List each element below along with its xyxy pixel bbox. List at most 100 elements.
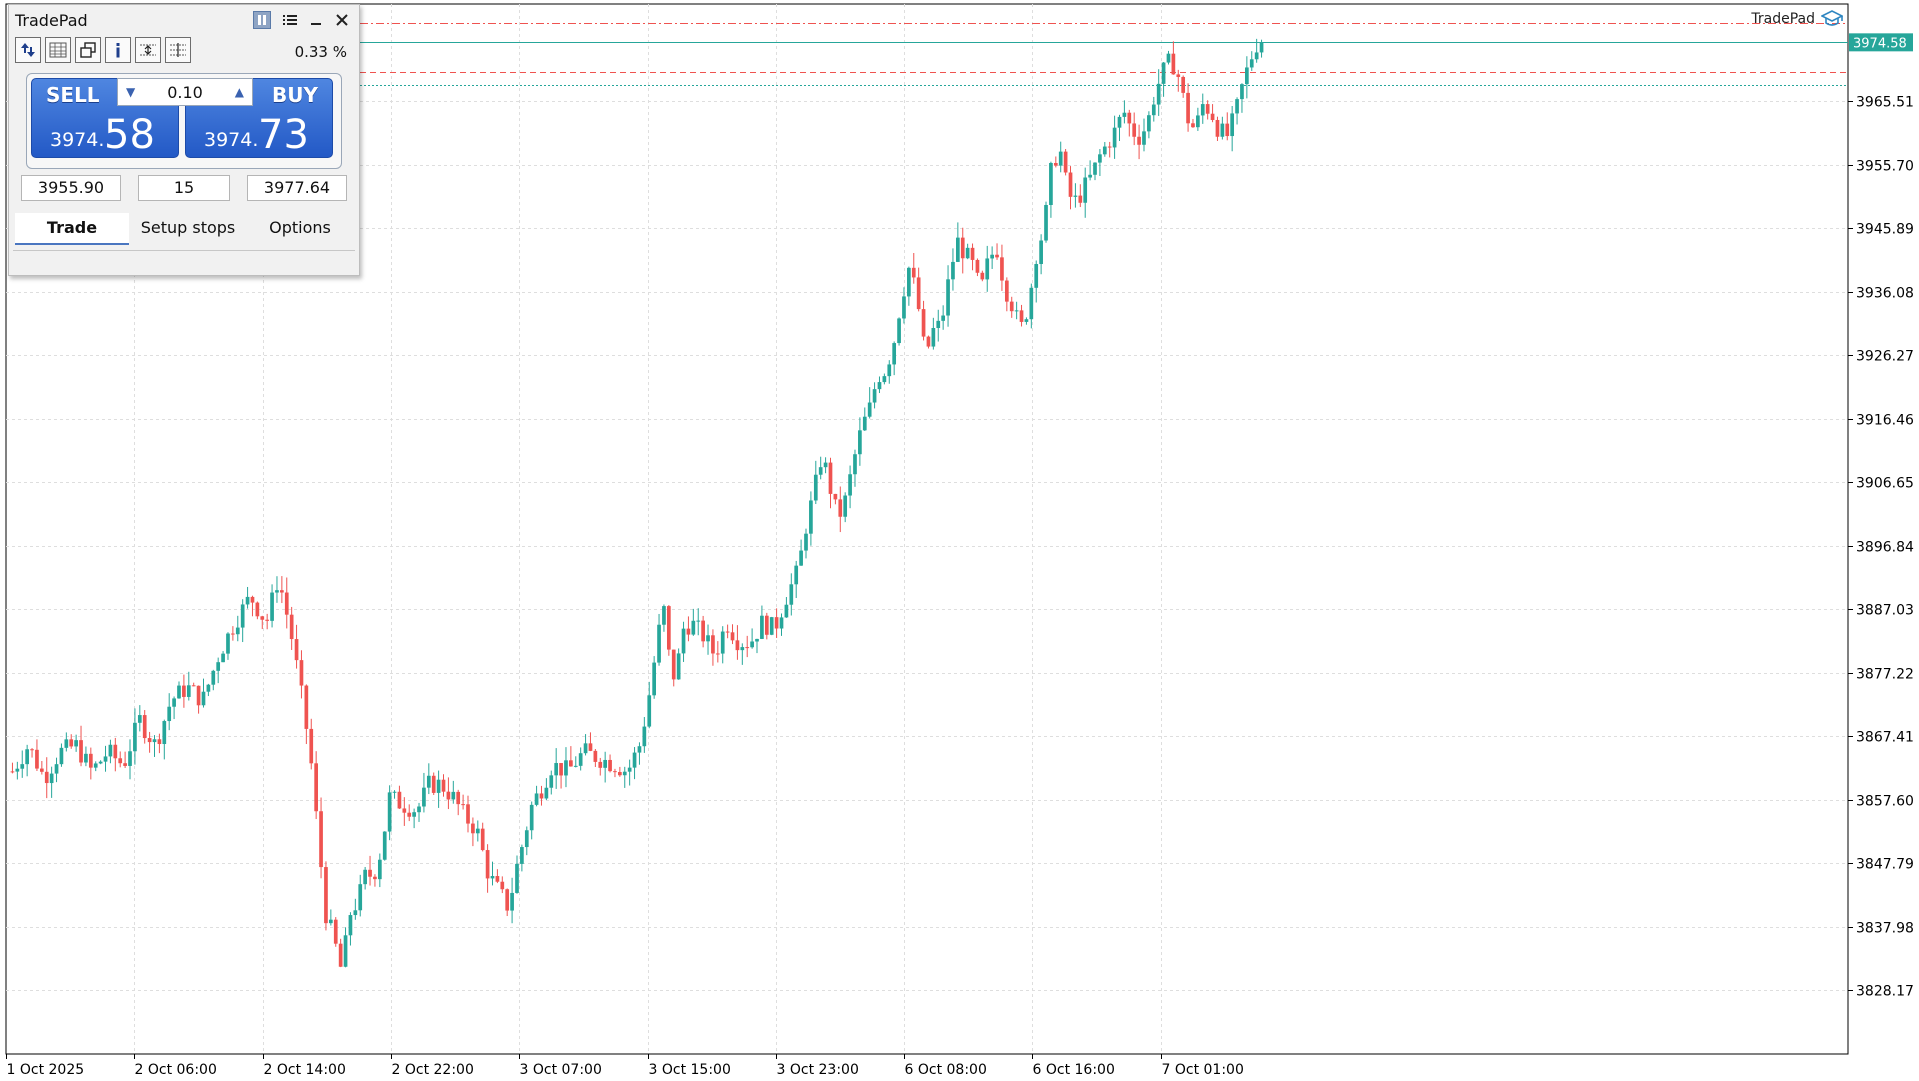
candle-body — [1068, 172, 1073, 197]
candle-body — [936, 320, 941, 328]
candle-body — [1142, 131, 1146, 145]
pause-button[interactable] — [253, 11, 271, 29]
tab-setup-stops[interactable]: Setup stops — [131, 213, 245, 243]
candle-body — [554, 763, 559, 776]
candle-body — [735, 640, 740, 651]
candle-body — [461, 804, 465, 806]
candle-body — [387, 792, 392, 832]
menu-button[interactable] — [281, 11, 299, 29]
candle-body — [642, 726, 647, 747]
candle-body — [88, 753, 93, 768]
tradepad-titlebar[interactable]: TradePad — [9, 5, 359, 35]
candle-body — [1161, 62, 1166, 84]
candle-body — [1112, 127, 1117, 148]
candle-body — [887, 364, 892, 377]
candle-body — [348, 915, 353, 936]
tab-trade[interactable]: Trade — [15, 213, 129, 245]
candle-body — [534, 793, 539, 805]
candle-body — [632, 752, 637, 768]
brand-text: TradePad — [1751, 11, 1815, 27]
x-tick-label: 7 Oct 01:00 — [1162, 1062, 1244, 1078]
volume-up-icon[interactable]: ▲ — [235, 85, 244, 99]
candle-body — [862, 416, 867, 431]
candle-body — [98, 761, 103, 764]
risk-percent: 0.33 % — [294, 43, 347, 61]
y-tick-label: 3837.98 — [1856, 921, 1914, 937]
candle-body — [44, 771, 49, 784]
minimize-button[interactable] — [307, 11, 325, 29]
candle-body — [1186, 92, 1190, 124]
candle-body — [1034, 264, 1039, 288]
candle-body — [64, 739, 69, 748]
candle-body — [196, 685, 201, 706]
candle-body — [1176, 74, 1181, 77]
candle-body — [1117, 116, 1122, 128]
info-icon — [116, 43, 120, 58]
candle-body — [1181, 76, 1186, 93]
candle-body — [1019, 310, 1024, 322]
candle-body — [1093, 162, 1097, 175]
candle-body — [324, 867, 328, 924]
candle-body — [1053, 162, 1058, 166]
take-profit-field[interactable]: 3977.64 — [247, 175, 347, 201]
candle-body — [931, 327, 936, 347]
candle-body — [216, 662, 221, 671]
candle-body — [451, 791, 456, 800]
candle-body — [500, 881, 505, 890]
candle-body — [1098, 154, 1102, 163]
stop-loss-field[interactable]: 3955.90 — [21, 175, 121, 201]
candle-body — [245, 596, 250, 605]
candle-body — [69, 739, 74, 747]
candle-body — [524, 830, 529, 848]
info-button[interactable] — [105, 37, 131, 63]
candle-body — [916, 277, 921, 310]
panel-separator — [13, 250, 355, 251]
candle-body — [353, 910, 358, 916]
candle-body — [294, 639, 299, 661]
candle-body — [588, 743, 593, 751]
tab-options[interactable]: Options — [245, 213, 355, 243]
grid-button[interactable] — [45, 37, 71, 63]
candle-body — [941, 315, 946, 321]
candle-body — [441, 779, 446, 792]
candle-body — [662, 606, 666, 625]
volume-stepper[interactable]: ▼ 0.10 ▲ — [117, 78, 253, 106]
candle-body — [1102, 146, 1107, 155]
range-button[interactable] — [135, 37, 161, 63]
sell-price-pips: 58 — [104, 112, 155, 158]
candle-body — [799, 550, 803, 566]
volume-value[interactable]: 0.10 — [118, 83, 252, 102]
candle-body — [774, 617, 779, 629]
candle-body — [118, 758, 123, 764]
candle-body — [54, 764, 59, 774]
candle-body — [260, 616, 265, 620]
candle-body — [960, 237, 965, 259]
order-direction-button[interactable] — [15, 37, 41, 63]
candle-body — [745, 647, 750, 649]
candle-body — [564, 760, 568, 776]
candle-body — [328, 919, 333, 924]
levels-button[interactable] — [165, 37, 191, 63]
grid-icon — [49, 42, 67, 58]
candle-body — [495, 876, 500, 882]
candle-body — [1230, 113, 1235, 137]
candle-body — [1220, 123, 1225, 137]
windows-button[interactable] — [75, 37, 101, 63]
candle-body — [725, 631, 730, 633]
candle-body — [1254, 52, 1259, 60]
candle-body — [1235, 99, 1239, 114]
candle-body — [1245, 67, 1249, 85]
tradepad-panel[interactable]: TradePad 0.33 % SELL 3974. 58 BUY 3974. … — [8, 4, 360, 276]
candle-body — [686, 628, 691, 635]
pause-icon — [258, 15, 266, 25]
y-tick-label: 3965.51 — [1856, 95, 1914, 111]
candle-body — [284, 592, 289, 615]
points-field[interactable]: 15 — [138, 175, 230, 201]
candle-body — [1014, 310, 1019, 312]
candle-body — [490, 876, 495, 879]
tradepad-tabs: Trade Setup stops Options — [13, 213, 355, 245]
candle-body — [613, 771, 617, 773]
candle-body — [569, 760, 573, 767]
close-button[interactable] — [333, 11, 351, 29]
candle-body — [603, 759, 608, 768]
